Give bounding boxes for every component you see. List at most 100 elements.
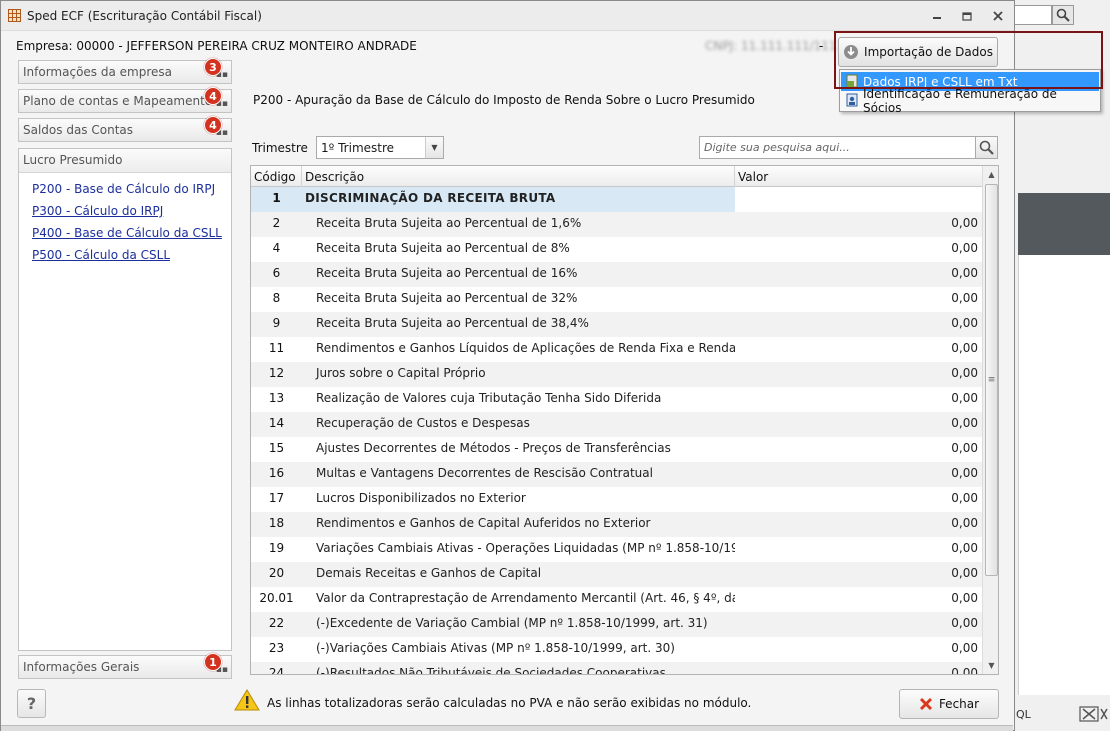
table-row[interactable]: 22 (-)Excedente de Variação Cambial (MP n…: [251, 612, 982, 637]
cell-valor: 0,00: [951, 441, 978, 455]
page-title: P200 - Apuração da Base de Cálculo do Im…: [253, 93, 755, 107]
sidebar-item-informacoes-empresa[interactable]: Informações da empresa ▪▪: [18, 60, 232, 84]
sidebar-item-label: Saldos das Contas: [23, 123, 134, 137]
cell-valor: 0,00: [951, 291, 978, 305]
cell-codigo: 23: [268, 641, 285, 655]
cnpj-suffix: -: [819, 39, 824, 53]
menu-item-identificacao-socios[interactable]: Identificação e Remuneração de Sócios: [841, 87, 1099, 115]
cell-valor: 0,00: [951, 516, 978, 530]
help-button[interactable]: ?: [17, 689, 46, 718]
table-row[interactable]: 2 Receita Bruta Sujeita ao Percentual de …: [251, 212, 982, 237]
cell-valor: 0,00: [951, 566, 978, 580]
table-row[interactable]: 1 DISCRIMINAÇÃO DA RECEITA BRUTA: [251, 187, 982, 212]
cell-descricao: Rendimentos e Ganhos Líquidos de Aplicaç…: [316, 341, 735, 355]
cell-codigo: 6: [272, 266, 281, 280]
column-header-codigo[interactable]: Código: [251, 166, 302, 187]
cell-valor: [735, 187, 980, 212]
lucro-presumido-panel: Lucro Presumido P200 - Base de Cálculo d…: [18, 148, 232, 651]
cell-codigo: 16: [268, 466, 285, 480]
table-row[interactable]: 17 Lucros Disponibilizados no Exterior 0,0…: [251, 487, 982, 512]
maximize-button[interactable]: [956, 8, 978, 24]
title-bar[interactable]: Sped ECF (Escrituração Contábil Fiscal): [1, 1, 1014, 31]
notification-badge: 3: [204, 58, 222, 76]
notification-badge: 1: [204, 653, 222, 671]
trimestre-select[interactable]: 1º Trimestre ▼: [316, 136, 444, 159]
background-search-input[interactable]: [1012, 5, 1052, 25]
cell-valor: 0,00: [951, 366, 978, 380]
cell-codigo: 19: [268, 541, 285, 555]
cell-valor: 0,00: [951, 591, 978, 605]
cell-valor: 0,00: [951, 491, 978, 505]
grid-header: Código Descrição Valor: [251, 166, 982, 187]
sidebar-item-saldos-das-contas[interactable]: Saldos das Contas ▪▪: [18, 118, 232, 142]
table-row[interactable]: 6 Receita Bruta Sujeita ao Percentual de …: [251, 262, 982, 287]
chevron-down-icon[interactable]: ▼: [425, 137, 443, 158]
cell-descricao: Valor da Contraprestação de Arrendamento…: [316, 591, 735, 605]
nav-link-p500[interactable]: P500 - Cálculo da CSLL: [32, 248, 170, 262]
scroll-up-icon[interactable]: ▲: [983, 166, 998, 183]
cell-descricao: Ajustes Decorrentes de Métodos - Preços …: [316, 441, 671, 455]
cell-descricao: Realização de Valores cuja Tributação Te…: [316, 391, 662, 405]
scrollbar-thumb[interactable]: ≡: [985, 184, 998, 576]
app-icon: [8, 9, 21, 22]
search-input[interactable]: [699, 136, 976, 159]
window-title: Sped ECF (Escrituração Contábil Fiscal): [27, 9, 262, 23]
table-row[interactable]: 23 (-)Variações Cambiais Ativas (MP nº 1.…: [251, 637, 982, 662]
nav-link-p200[interactable]: P200 - Base de Cálculo do IRPJ: [32, 182, 215, 196]
table-row[interactable]: 18 Rendimentos e Ganhos de Capital Auferi…: [251, 512, 982, 537]
column-header-descricao[interactable]: Descrição: [302, 166, 735, 187]
lucro-presumido-header[interactable]: Lucro Presumido: [19, 149, 231, 173]
nav-link-p400[interactable]: P400 - Base de Cálculo da CSLL: [32, 226, 222, 240]
table-row[interactable]: 16 Multas e Vantagens Decorrentes de Resc…: [251, 462, 982, 487]
highlight-frame: [834, 31, 1103, 89]
table-row[interactable]: 13 Realização de Valores cuja Tributação …: [251, 387, 982, 412]
cell-descricao: Juros sobre o Capital Próprio: [316, 366, 486, 380]
restore-icon: [961, 12, 972, 21]
trimestre-value: 1º Trimestre: [321, 141, 395, 155]
table-row[interactable]: 19 Variações Cambiais Ativas - Operações …: [251, 537, 982, 562]
cell-codigo: 9: [272, 316, 281, 330]
table-row[interactable]: 24 (-)Resultados Não Tributáveis de Socie…: [251, 662, 982, 675]
data-grid: Código Descrição Valor 1 DISCRIMINAÇÃO DA…: [250, 165, 999, 675]
cell-codigo: 24: [268, 666, 285, 675]
nav-link-p300[interactable]: P300 - Cálculo do IRPJ: [32, 204, 163, 218]
minimize-icon: [933, 17, 941, 19]
background-content: [1018, 255, 1110, 695]
table-row[interactable]: 12 Juros sobre o Capital Próprio 0,00: [251, 362, 982, 387]
cell-descricao: DISCRIMINAÇÃO DA RECEITA BRUTA: [302, 187, 735, 212]
background-search-icon[interactable]: [1052, 5, 1074, 25]
table-row[interactable]: 20.01 Valor da Contraprestação de Arrenda…: [251, 587, 982, 612]
cell-valor: 0,00: [951, 241, 978, 255]
cell-codigo: 11: [268, 341, 285, 355]
table-row[interactable]: 11 Rendimentos e Ganhos Líquidos de Aplic…: [251, 337, 982, 362]
table-row[interactable]: 8 Receita Bruta Sujeita ao Percentual de …: [251, 287, 982, 312]
search-icon: [979, 140, 994, 155]
background-panel: [1018, 193, 1110, 255]
empresa-label: Empresa: 00000 - JEFFERSON PEREIRA CRUZ …: [16, 39, 417, 53]
table-row[interactable]: 9 Receita Bruta Sujeita ao Percentual de …: [251, 312, 982, 337]
sidebar-item-informacoes-gerais[interactable]: Informações Gerais ▪▪: [18, 655, 232, 679]
column-header-valor[interactable]: Valor: [735, 166, 982, 187]
search-button[interactable]: [976, 136, 998, 159]
sidebar-item-plano-de-contas[interactable]: Plano de contas e Mapeamento ▪▪: [18, 89, 232, 113]
notification-badge: 4: [204, 87, 222, 105]
grid-rows: 1 DISCRIMINAÇÃO DA RECEITA BRUTA 2 Receita…: [251, 187, 982, 675]
taskbar-strip: [1, 725, 1013, 731]
cell-codigo: 1: [251, 187, 302, 212]
cell-valor: 0,00: [951, 466, 978, 480]
cell-codigo: 13: [268, 391, 285, 405]
minimize-button[interactable]: [926, 8, 948, 24]
table-row[interactable]: 4 Receita Bruta Sujeita ao Percentual de …: [251, 237, 982, 262]
cell-valor: 0,00: [951, 641, 978, 655]
table-row[interactable]: 15 Ajustes Decorrentes de Métodos - Preço…: [251, 437, 982, 462]
table-row[interactable]: 20 Demais Receitas e Ganhos de Capital 0,0…: [251, 562, 982, 587]
close-window-button[interactable]: [987, 8, 1009, 24]
fechar-label: Fechar: [938, 697, 980, 711]
cell-codigo: 22: [268, 616, 285, 630]
vertical-scrollbar[interactable]: ▲ ≡ ▼: [982, 166, 998, 674]
background-close-icon[interactable]: [1078, 705, 1108, 723]
table-row[interactable]: 14 Recuperação de Custos e Despesas 0,00: [251, 412, 982, 437]
scroll-down-icon[interactable]: ▼: [983, 657, 998, 674]
cell-valor: 0,00: [951, 541, 978, 555]
fechar-button[interactable]: Fechar: [899, 689, 999, 719]
